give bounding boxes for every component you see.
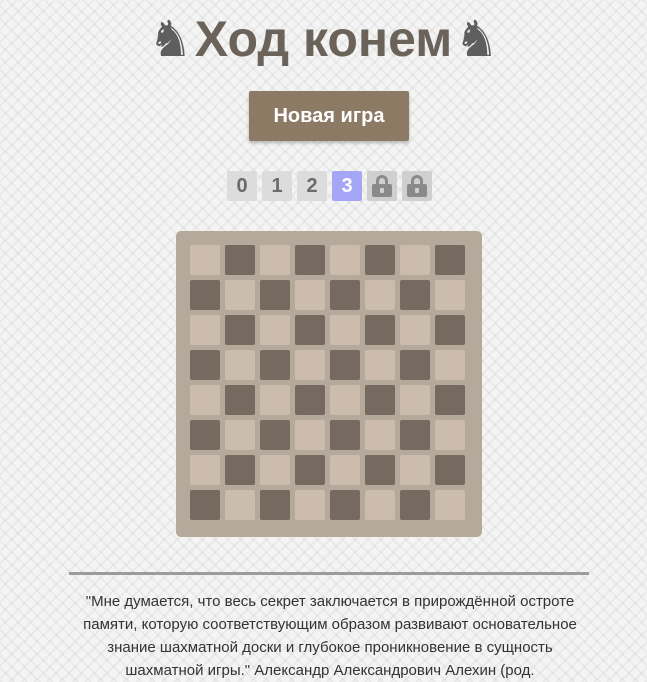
board-square[interactable]: [435, 315, 465, 345]
divider: [69, 572, 589, 575]
board-square[interactable]: [190, 420, 220, 450]
board-square[interactable]: [400, 280, 430, 310]
board-square[interactable]: [190, 455, 220, 485]
level-button-locked[interactable]: [402, 171, 432, 201]
board-square[interactable]: [225, 385, 255, 415]
board-square[interactable]: [330, 455, 360, 485]
board-square[interactable]: [330, 350, 360, 380]
board-square[interactable]: [260, 420, 290, 450]
board-square[interactable]: [295, 315, 325, 345]
board-square[interactable]: [225, 455, 255, 485]
board-square[interactable]: [225, 315, 255, 345]
quote-text: "Мне думается, что весь секрет заключает…: [83, 593, 577, 679]
board-square[interactable]: [365, 385, 395, 415]
board-square[interactable]: [225, 350, 255, 380]
board-square[interactable]: [435, 280, 465, 310]
board-square[interactable]: [400, 350, 430, 380]
board-square[interactable]: [365, 280, 395, 310]
board-square[interactable]: [400, 455, 430, 485]
board-square[interactable]: [365, 420, 395, 450]
board-square[interactable]: [435, 490, 465, 520]
board-square[interactable]: [260, 490, 290, 520]
board-square[interactable]: [260, 350, 290, 380]
level-button-1[interactable]: 1: [262, 171, 292, 201]
board-square[interactable]: [260, 455, 290, 485]
board-square[interactable]: [330, 245, 360, 275]
board-square[interactable]: [190, 280, 220, 310]
page-title: Ход конем: [194, 11, 453, 67]
board-square[interactable]: [225, 280, 255, 310]
new-game-button[interactable]: Новая игра: [249, 91, 409, 141]
chess-knight-icon: ♞: [454, 10, 500, 68]
level-button-2[interactable]: 2: [297, 171, 327, 201]
board-square[interactable]: [435, 420, 465, 450]
board-square[interactable]: [435, 385, 465, 415]
board-square[interactable]: [400, 385, 430, 415]
board-square[interactable]: [400, 245, 430, 275]
board-square[interactable]: [260, 315, 290, 345]
board-square[interactable]: [365, 455, 395, 485]
board-square[interactable]: [365, 245, 395, 275]
board-square[interactable]: [400, 490, 430, 520]
board-square[interactable]: [330, 490, 360, 520]
board-square[interactable]: [365, 315, 395, 345]
board-square[interactable]: [295, 420, 325, 450]
lock-icon: [407, 175, 427, 197]
header: ♞ Ход конем ♞: [0, 6, 647, 72]
board-square[interactable]: [330, 315, 360, 345]
board-square[interactable]: [295, 455, 325, 485]
board-square[interactable]: [435, 455, 465, 485]
board-square[interactable]: [365, 490, 395, 520]
board-square[interactable]: [365, 350, 395, 380]
board-square[interactable]: [225, 245, 255, 275]
board-square[interactable]: [190, 385, 220, 415]
level-button-3[interactable]: 3: [332, 171, 362, 201]
board-square[interactable]: [295, 280, 325, 310]
board-square[interactable]: [260, 245, 290, 275]
board-square[interactable]: [400, 420, 430, 450]
board-square[interactable]: [295, 490, 325, 520]
board-square[interactable]: [190, 315, 220, 345]
board-square[interactable]: [190, 245, 220, 275]
board-square[interactable]: [435, 245, 465, 275]
level-selector: 0 1 2 3: [227, 171, 432, 201]
chess-board: [176, 231, 482, 537]
board-square[interactable]: [400, 315, 430, 345]
board-square[interactable]: [295, 350, 325, 380]
lock-icon: [372, 175, 392, 197]
board-square[interactable]: [295, 385, 325, 415]
level-button-0[interactable]: 0: [227, 171, 257, 201]
board-square[interactable]: [330, 420, 360, 450]
board-square[interactable]: [225, 420, 255, 450]
board-square[interactable]: [330, 280, 360, 310]
board-square[interactable]: [190, 490, 220, 520]
board-square[interactable]: [260, 280, 290, 310]
level-button-locked[interactable]: [367, 171, 397, 201]
board-square[interactable]: [225, 490, 255, 520]
chess-knight-icon: ♞: [147, 10, 193, 68]
board-square[interactable]: [435, 350, 465, 380]
board-square[interactable]: [260, 385, 290, 415]
board-square[interactable]: [330, 385, 360, 415]
board-square[interactable]: [190, 350, 220, 380]
board-square[interactable]: [295, 245, 325, 275]
